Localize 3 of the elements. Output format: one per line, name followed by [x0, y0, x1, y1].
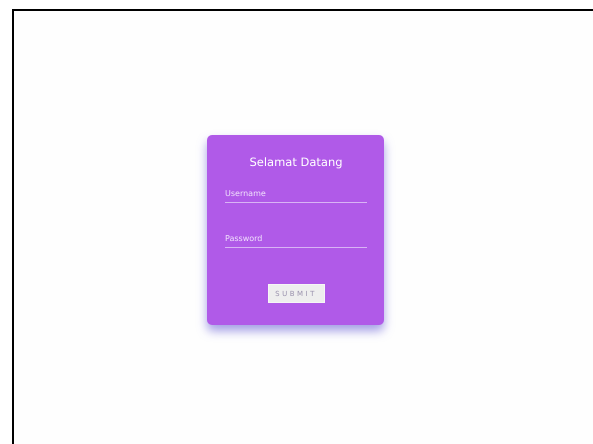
input-field[interactable]: Username: [225, 186, 367, 203]
card-title: Selamat Datang: [248, 155, 344, 169]
input-field[interactable]: Password: [225, 231, 367, 248]
